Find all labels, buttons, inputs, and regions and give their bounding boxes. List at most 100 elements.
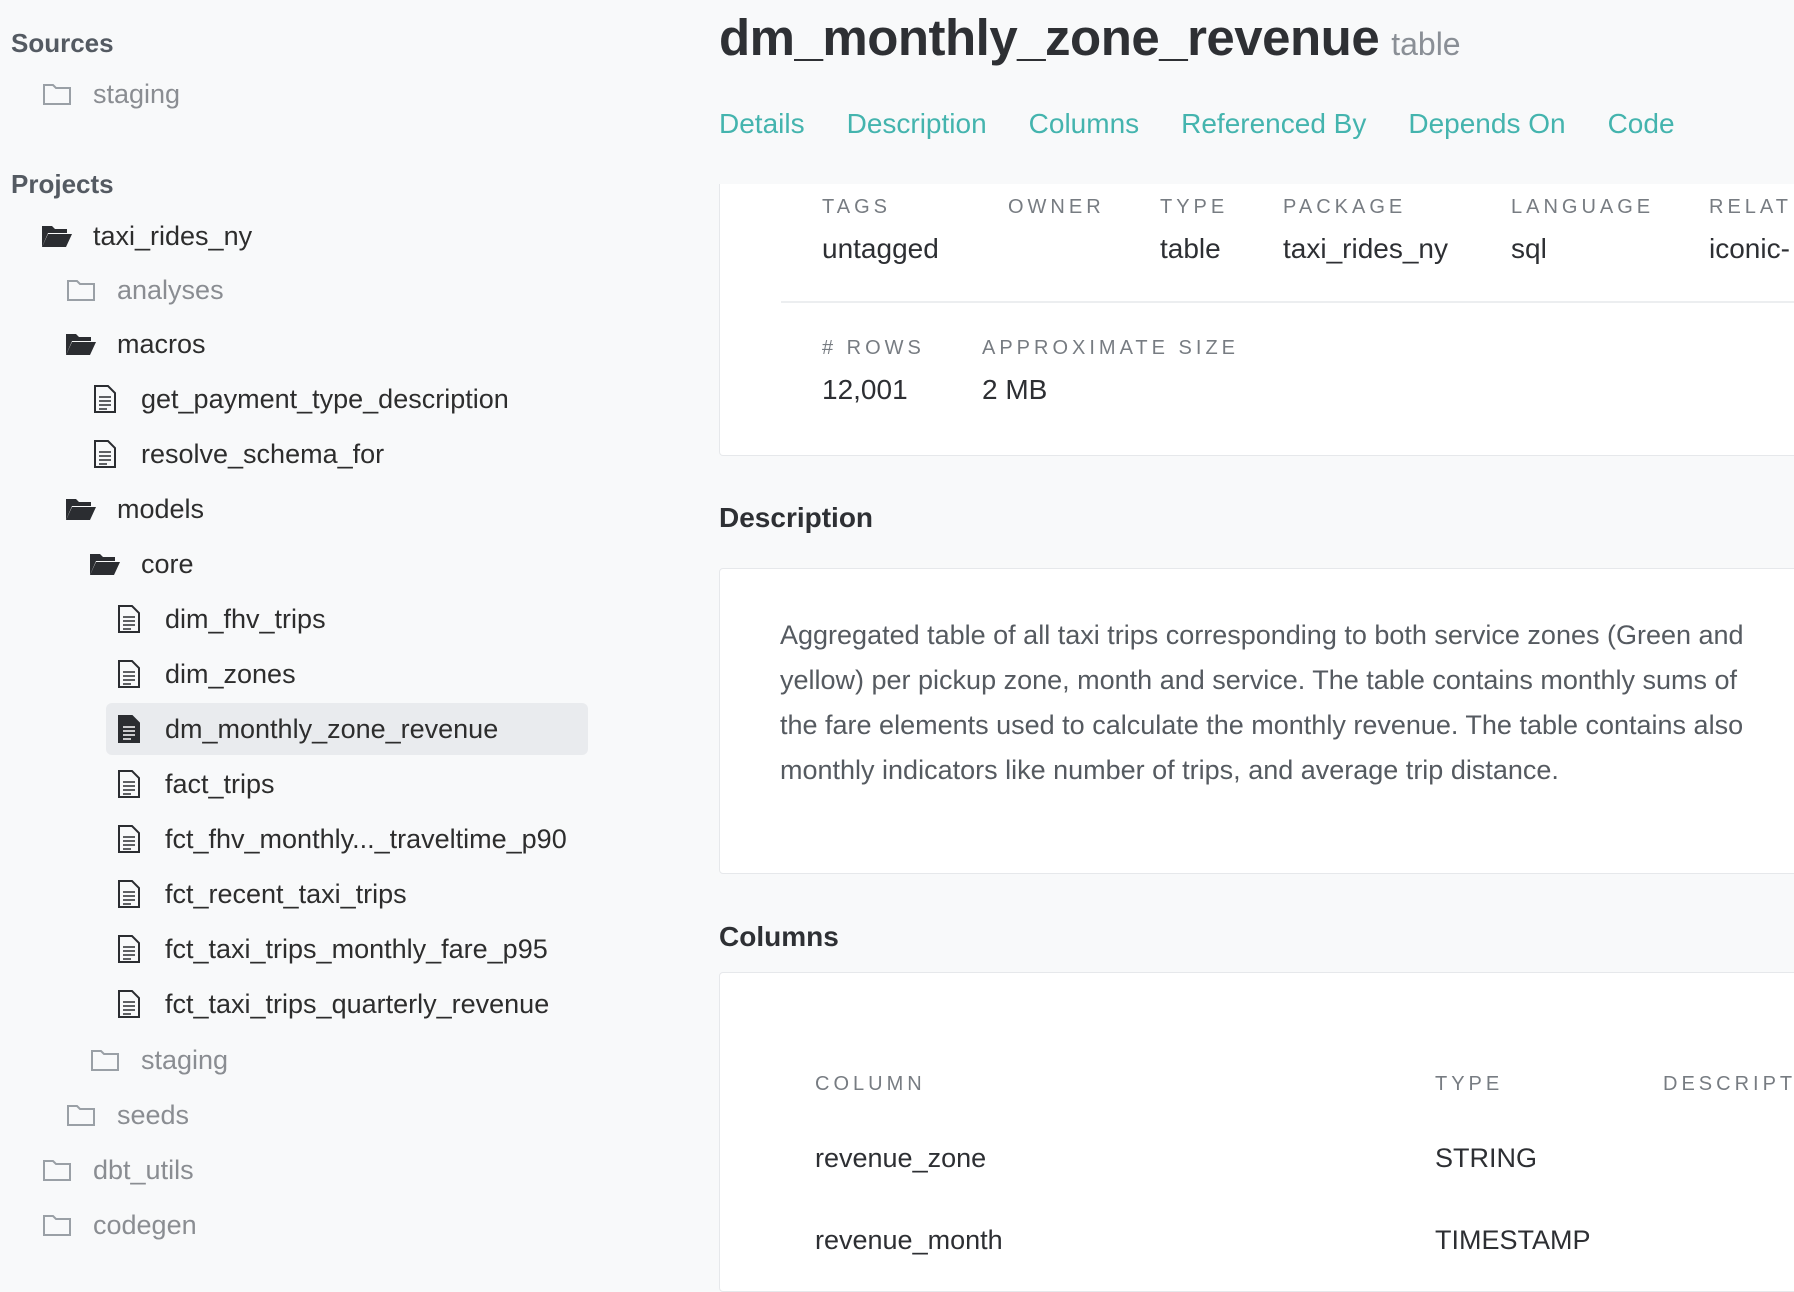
sidebar-item-label: fct_fhv_monthly..._traveltime_p90 bbox=[165, 823, 567, 854]
column-name-cell[interactable]: revenue_zone bbox=[815, 1143, 986, 1174]
sidebar-item-label: fct_taxi_trips_monthly_fare_p95 bbox=[165, 933, 548, 964]
sources-heading: Sources bbox=[11, 28, 114, 58]
file-icon bbox=[113, 988, 145, 1020]
section-tabs: Details Description Columns Referenced B… bbox=[719, 108, 1717, 140]
detail-value: 12,001 bbox=[822, 374, 908, 405]
description-heading: Description bbox=[719, 502, 874, 533]
detail-label: APPROXIMATE SIZE bbox=[982, 337, 1239, 359]
sidebar-item-fct-recent-taxi-trips[interactable]: fct_recent_taxi_trips bbox=[113, 868, 407, 920]
columns-heading: Columns bbox=[719, 921, 839, 952]
sidebar-item-label: taxi_rides_ny bbox=[93, 220, 253, 251]
column-name-cell[interactable]: revenue_month bbox=[815, 1225, 1003, 1256]
sidebar-item-label: dim_fhv_trips bbox=[165, 603, 326, 634]
sidebar-item-label: fact_trips bbox=[165, 768, 275, 799]
detail-approximate-size: APPROXIMATE SIZE 2 MB bbox=[982, 337, 1239, 406]
sidebar-item-resolve-schema-for[interactable]: resolve_schema_for bbox=[89, 428, 384, 480]
detail-label: LANGUAGE bbox=[1511, 196, 1655, 218]
sidebar-item-label: fct_recent_taxi_trips bbox=[165, 878, 407, 909]
detail-value: 2 MB bbox=[982, 374, 1048, 405]
sidebar-item-label: fct_taxi_trips_quarterly_revenue bbox=[165, 988, 550, 1019]
folder-outline-icon bbox=[41, 78, 73, 110]
sidebar-item-label: dbt_utils bbox=[93, 1154, 194, 1185]
sidebar-item-analyses[interactable]: analyses bbox=[65, 264, 224, 316]
sidebar-item-models-staging[interactable]: staging bbox=[89, 1034, 228, 1086]
sidebar-item-label: get_payment_type_description bbox=[141, 383, 509, 414]
sidebar-item-fct-taxi-trips-monthly-fare-p95[interactable]: fct_taxi_trips_monthly_fare_p95 bbox=[113, 923, 548, 975]
sidebar-item-codegen[interactable]: codegen bbox=[41, 1199, 197, 1251]
details-card: TAGS untagged OWNER TYPE table PACKAGE t… bbox=[719, 184, 1794, 456]
tab-referenced-by[interactable]: Referenced By bbox=[1181, 108, 1366, 140]
tab-code[interactable]: Code bbox=[1608, 108, 1675, 140]
folder-open-icon bbox=[65, 493, 97, 525]
sidebar-item-seeds[interactable]: seeds bbox=[65, 1089, 189, 1141]
page-header: dm_monthly_zone_revenue table bbox=[719, 8, 1461, 67]
sidebar-item-sources-staging[interactable]: staging bbox=[41, 68, 180, 120]
sidebar-item-label: codegen bbox=[93, 1209, 197, 1240]
sidebar-item-dm-monthly-zone-revenue[interactable]: dm_monthly_zone_revenue bbox=[106, 703, 588, 755]
folder-open-icon bbox=[89, 548, 121, 580]
file-icon bbox=[89, 383, 121, 415]
file-icon bbox=[113, 933, 145, 965]
sidebar-item-models[interactable]: models bbox=[65, 483, 204, 535]
folder-open-icon bbox=[41, 220, 73, 252]
divider bbox=[781, 301, 1794, 303]
sidebar-item-label: staging bbox=[141, 1044, 229, 1075]
detail-value: iconic- bbox=[1709, 233, 1790, 264]
detail-label: PACKAGE bbox=[1283, 196, 1407, 218]
detail-type: TYPE table bbox=[1160, 196, 1228, 265]
folder-outline-icon bbox=[41, 1209, 73, 1241]
detail-value: taxi_rides_ny bbox=[1283, 233, 1448, 264]
column-type-cell: STRING bbox=[1435, 1143, 1538, 1173]
sidebar-item-label: dim_zones bbox=[165, 658, 296, 689]
sidebar-item-dbt-utils[interactable]: dbt_utils bbox=[41, 1144, 194, 1196]
detail-label: OWNER bbox=[1008, 196, 1105, 218]
detail-label: TYPE bbox=[1160, 196, 1229, 218]
folder-outline-icon bbox=[65, 274, 97, 306]
detail-rows: # ROWS 12,001 bbox=[822, 337, 925, 406]
sidebar-item-label: macros bbox=[117, 328, 206, 359]
sidebar-item-label: resolve_schema_for bbox=[141, 438, 385, 469]
folder-outline-icon bbox=[41, 1154, 73, 1186]
sidebar: Sources staging Projects taxi_rides_ny a… bbox=[0, 0, 620, 1270]
file-filled-icon bbox=[113, 713, 145, 745]
sidebar-item-label: models bbox=[117, 493, 205, 524]
sidebar-item-dim-zones[interactable]: dim_zones bbox=[113, 648, 296, 700]
sidebar-item-core[interactable]: core bbox=[89, 538, 194, 590]
sidebar-item-get-payment-type-description[interactable]: get_payment_type_description bbox=[89, 373, 509, 425]
main-content: dm_monthly_zone_revenue table Details De… bbox=[719, 0, 1794, 1292]
detail-value: untagged bbox=[822, 233, 939, 264]
sidebar-item-label: seeds bbox=[117, 1099, 190, 1130]
projects-heading: Projects bbox=[11, 169, 114, 199]
sidebar-item-fact-trips[interactable]: fact_trips bbox=[113, 758, 275, 810]
tab-depends-on[interactable]: Depends On bbox=[1408, 108, 1565, 140]
description-text: Aggregated table of all taxi trips corre… bbox=[780, 620, 1744, 785]
sidebar-item-macros[interactable]: macros bbox=[65, 318, 206, 370]
sidebar-item-fct-taxi-trips-quarterly-revenue[interactable]: fct_taxi_trips_quarterly_revenue bbox=[113, 978, 549, 1030]
sidebar-item-fct-fhv-monthly-traveltime-p90[interactable]: fct_fhv_monthly..._traveltime_p90 bbox=[113, 813, 567, 865]
detail-label: TAGS bbox=[822, 196, 891, 218]
tab-details[interactable]: Details bbox=[719, 108, 805, 140]
sidebar-item-dim-fhv-trips[interactable]: dim_fhv_trips bbox=[113, 593, 326, 645]
detail-relation: RELAT iconic- bbox=[1709, 196, 1792, 265]
file-icon bbox=[89, 438, 121, 470]
resource-type-label: table bbox=[1391, 26, 1461, 62]
sidebar-item-label: core bbox=[141, 548, 194, 579]
tab-description[interactable]: Description bbox=[847, 108, 987, 140]
page-title: dm_monthly_zone_revenue bbox=[719, 9, 1380, 66]
file-icon bbox=[113, 603, 145, 635]
file-icon bbox=[113, 658, 145, 690]
folder-outline-icon bbox=[89, 1044, 121, 1076]
column-header-type: TYPE bbox=[1435, 1073, 1504, 1095]
detail-value: table bbox=[1160, 233, 1221, 264]
sidebar-item-taxi-rides-ny[interactable]: taxi_rides_ny bbox=[41, 210, 252, 262]
detail-language: LANGUAGE sql bbox=[1511, 196, 1654, 265]
detail-label: # ROWS bbox=[822, 337, 925, 359]
folder-outline-icon bbox=[65, 1099, 97, 1131]
column-header-description: DESCRIPT bbox=[1663, 1073, 1794, 1095]
description-card: Aggregated table of all taxi trips corre… bbox=[719, 568, 1794, 874]
tab-columns[interactable]: Columns bbox=[1029, 108, 1139, 140]
column-header-column: COLUMN bbox=[815, 1073, 926, 1095]
file-icon bbox=[113, 768, 145, 800]
folder-open-icon bbox=[65, 328, 97, 360]
column-type-cell: TIMESTAMP bbox=[1435, 1225, 1591, 1255]
